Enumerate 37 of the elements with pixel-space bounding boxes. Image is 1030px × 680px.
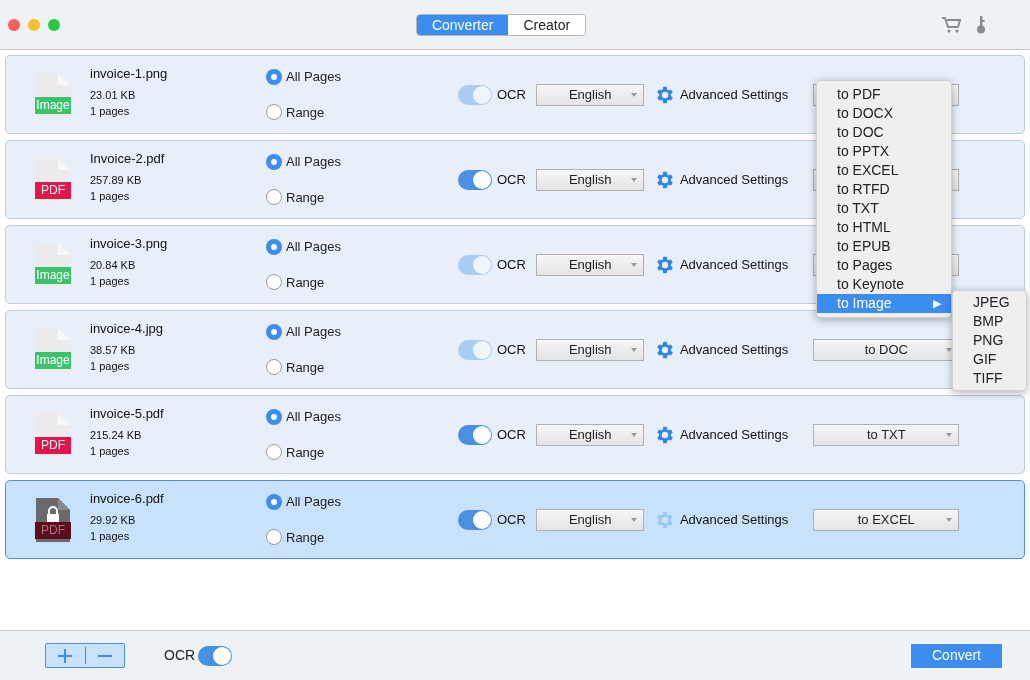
ocr-label: OCR	[497, 425, 526, 444]
file-size: 29.92 KB	[90, 513, 137, 527]
radio-label: All Pages	[286, 153, 341, 171]
radio-label: Range	[286, 273, 325, 292]
page-count: 1 pages	[90, 274, 131, 288]
file-name: Invoice-2.pdf	[90, 151, 166, 167]
ocr-label: OCR	[497, 510, 526, 529]
radio-label: All Pages	[286, 323, 341, 341]
radio-label: All Pages	[286, 493, 341, 511]
page-count: 1 pages	[90, 104, 131, 118]
file-size: 38.57 KB	[90, 343, 137, 357]
page-count: 1 pages	[90, 359, 131, 373]
file-name: invoice-1.png	[90, 66, 169, 82]
radio-label: Range	[286, 188, 325, 207]
page-count: 1 pages	[90, 189, 131, 203]
radio-label: Range	[286, 358, 325, 377]
radio-label: All Pages	[286, 408, 341, 426]
file-name: invoice-3.png	[90, 236, 169, 252]
ocr-label: OCR	[164, 646, 196, 665]
radio-label: Range	[286, 528, 325, 547]
file-size: 20.84 KB	[90, 258, 137, 272]
radio-label: All Pages	[286, 68, 341, 86]
radio-label: Range	[286, 443, 325, 462]
radio-label: Range	[286, 103, 325, 122]
ocr-label: OCR	[497, 340, 526, 359]
page-count: 1 pages	[90, 444, 131, 458]
ocr-label: OCR	[497, 85, 526, 104]
ocr-label: OCR	[497, 255, 526, 274]
file-name: invoice-6.pdf	[90, 491, 165, 507]
radio-label: All Pages	[286, 238, 341, 256]
page-count: 1 pages	[90, 529, 131, 543]
file-name: invoice-4.jpg	[90, 321, 164, 337]
file-size: 215.24 KB	[90, 428, 143, 442]
file-size: 257.89 KB	[90, 173, 143, 187]
file-name: invoice-5.pdf	[90, 406, 165, 422]
file-size: 23.01 KB	[90, 88, 137, 102]
ocr-label: OCR	[497, 170, 526, 189]
